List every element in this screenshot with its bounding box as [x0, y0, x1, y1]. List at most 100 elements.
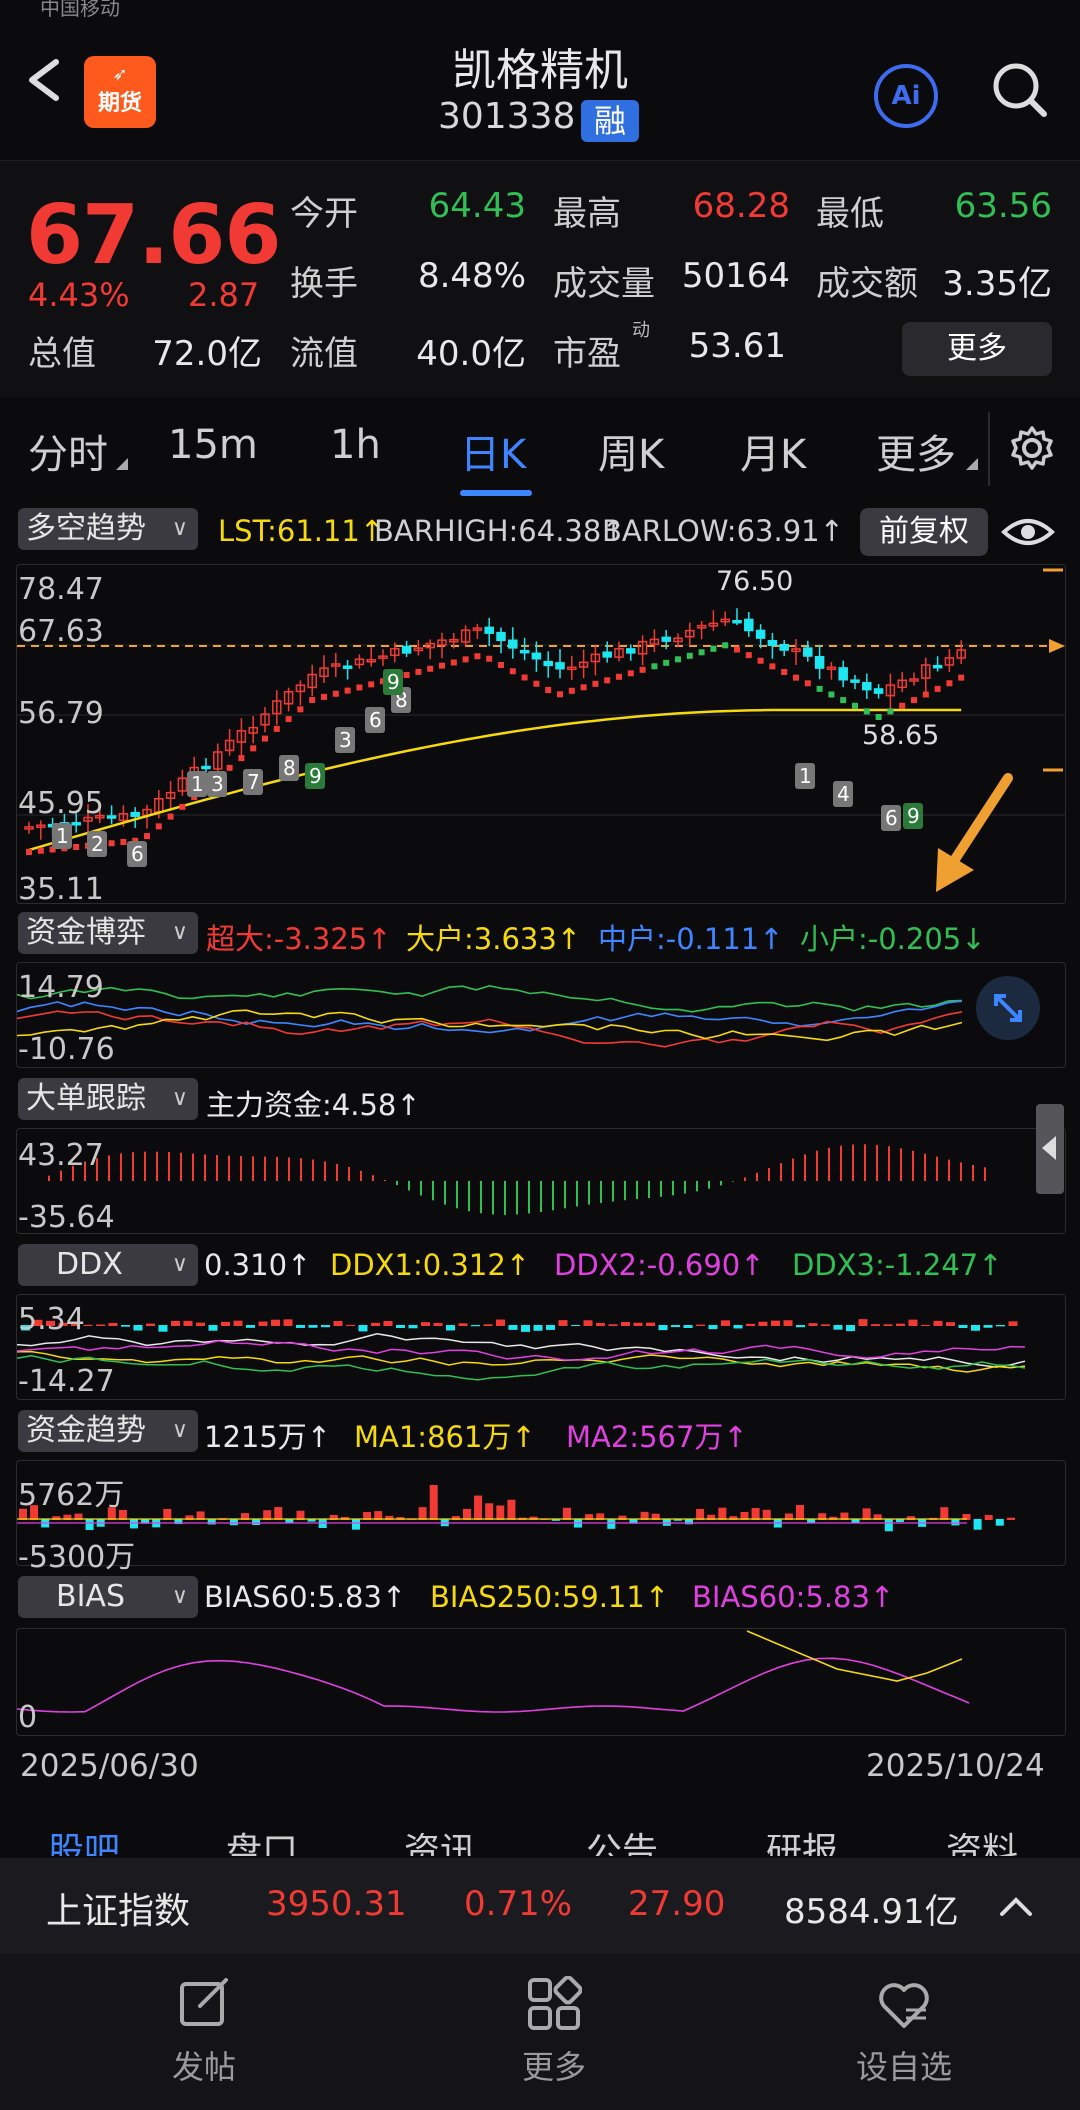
sequence-badge: 8 — [279, 755, 299, 781]
bias-y-zero: 0 — [18, 1700, 38, 1735]
nav-watchlist-button[interactable]: 设自选 — [824, 1976, 984, 2096]
tab-weekly[interactable]: 周K — [598, 422, 664, 480]
index-change-pct: 0.71% — [464, 1884, 573, 1924]
chevron-up-icon[interactable] — [996, 1888, 1036, 1924]
chart-settings-button[interactable] — [1008, 424, 1056, 472]
low-value: 63.56 — [954, 186, 1052, 226]
index-change: 27.90 — [628, 1884, 726, 1924]
ddx-bar — [858, 1319, 868, 1326]
small-holder-value: 小户:-0.205↓ — [800, 922, 986, 956]
sequence-badge-text: 1 — [56, 824, 69, 848]
margin-badge: 融 — [581, 100, 639, 142]
pe-label: 市盈 — [553, 334, 621, 374]
futures-logo[interactable]: ➶ 期货 — [84, 56, 156, 128]
subtab-news[interactable]: 资讯 — [404, 1822, 476, 1856]
capital-trend-select[interactable]: 资金趋势 ∨ — [18, 1410, 198, 1452]
subtab-orderbook[interactable]: 盘口 — [226, 1822, 298, 1856]
ddx-bar — [308, 1325, 318, 1328]
bias60-value: BIAS60:5.83↑ — [204, 1580, 407, 1614]
trend-dot — [521, 674, 528, 681]
nav-more-button[interactable]: 更多 — [474, 1976, 634, 2096]
subtab-announcements[interactable]: 公告 — [586, 1822, 658, 1856]
nav-post-button[interactable]: 发帖 — [124, 1976, 284, 2096]
moving-average-line — [28, 708, 962, 852]
ddx-select[interactable]: DDX ∨ — [18, 1244, 198, 1286]
capital-trend-bar — [352, 1519, 360, 1530]
float-cap-value: 40.0亿 — [416, 334, 526, 374]
ddx-bar — [1008, 1321, 1018, 1326]
back-button[interactable] — [22, 40, 66, 120]
big-order-chart-area[interactable] — [16, 1128, 1066, 1234]
tab-more[interactable]: 更多 — [876, 422, 956, 480]
subtab-profile[interactable]: 资料 — [946, 1822, 1018, 1856]
search-button[interactable] — [990, 60, 1050, 120]
trend-dot — [462, 656, 469, 663]
ddx-chart-area[interactable] — [16, 1294, 1066, 1400]
capital-game-chart-area[interactable] — [16, 962, 1066, 1068]
ddx-bar — [808, 1323, 818, 1326]
bias-select[interactable]: BIAS ∨ — [18, 1576, 198, 1618]
trend-dot — [686, 652, 693, 659]
trend-dot — [332, 690, 339, 697]
subtab-research[interactable]: 研报 — [766, 1822, 838, 1856]
candle-body — [755, 629, 766, 639]
main-indicator-select[interactable]: 多空趋势 ∨ — [18, 508, 198, 550]
trend-dot — [710, 645, 717, 652]
ddx-bar — [708, 1325, 718, 1330]
trend-dot — [368, 681, 375, 688]
sequence-badge-text: 9 — [387, 670, 400, 694]
candle-body — [744, 618, 754, 632]
market-cap-label: 总值 — [28, 334, 96, 374]
trend-dot — [793, 674, 799, 681]
ddx-bar — [571, 1325, 580, 1327]
ddx-bar — [971, 1325, 980, 1331]
sequence-badge: 9 — [305, 763, 325, 789]
pe-dynamic-mark: 动 — [632, 320, 650, 341]
sequence-badge: 6 — [365, 707, 385, 733]
trend-dot — [651, 663, 658, 670]
sequence-badge: 3 — [207, 771, 227, 797]
big-order-select[interactable]: 大单跟踪 ∨ — [18, 1078, 198, 1120]
capital-trend-chart-area[interactable] — [16, 1460, 1066, 1566]
trend-dot — [911, 697, 917, 704]
ddx-bar — [408, 1325, 418, 1329]
tab-15m[interactable]: 15m — [168, 422, 258, 468]
big-order-y-bottom: -35.64 — [18, 1200, 115, 1235]
ddx-bar — [833, 1325, 843, 1330]
ddx-bar — [121, 1325, 130, 1327]
side-panel-handle[interactable] — [1036, 1104, 1064, 1194]
ddx-bar — [233, 1320, 243, 1326]
trend-dot — [179, 803, 186, 810]
trend-dot — [533, 680, 540, 687]
candle-body — [779, 643, 789, 651]
trend-dot — [899, 702, 906, 709]
trend-dot — [545, 687, 552, 693]
capital-trend-bar — [507, 1499, 516, 1520]
trend-dot — [427, 665, 434, 672]
expand-button[interactable] — [976, 976, 1040, 1040]
expand-icon — [994, 994, 1022, 1022]
sequence-badge-text: 7 — [247, 770, 260, 794]
ddx-bar — [471, 1325, 480, 1327]
bias-chart-area[interactable] — [16, 1628, 1066, 1736]
tab-1h[interactable]: 1h — [330, 422, 381, 468]
adjustment-button[interactable]: 前复权 — [860, 508, 988, 556]
turnover-value: 8.48% — [417, 256, 526, 296]
capital-game-select[interactable]: 资金博弈 ∨ — [18, 912, 198, 954]
toggle-visibility-button[interactable] — [1000, 512, 1056, 552]
candle-body — [401, 645, 412, 654]
logo-mark-icon: ➶ — [112, 64, 128, 85]
tab-monthly[interactable]: 月K — [740, 422, 806, 480]
ai-button[interactable]: Ai — [874, 64, 938, 128]
carrier-text: 中国移动 — [40, 0, 120, 20]
quote-more-button[interactable]: 更多 — [902, 322, 1052, 376]
tab-daily[interactable]: 日K — [460, 422, 526, 480]
index-ticker-bar[interactable]: 上证指数 3950.31 0.71% 27.90 8584.91亿 — [0, 1858, 1080, 1954]
ddx-chart — [16, 1319, 1026, 1381]
ddx-value: 0.310↑ — [204, 1248, 312, 1282]
tab-intraday[interactable]: 分时 — [28, 422, 108, 480]
candle-body — [71, 822, 81, 826]
trend-dot — [745, 652, 752, 659]
trend-dot — [273, 725, 280, 732]
subtab-forum[interactable]: 股吧 — [48, 1822, 120, 1856]
